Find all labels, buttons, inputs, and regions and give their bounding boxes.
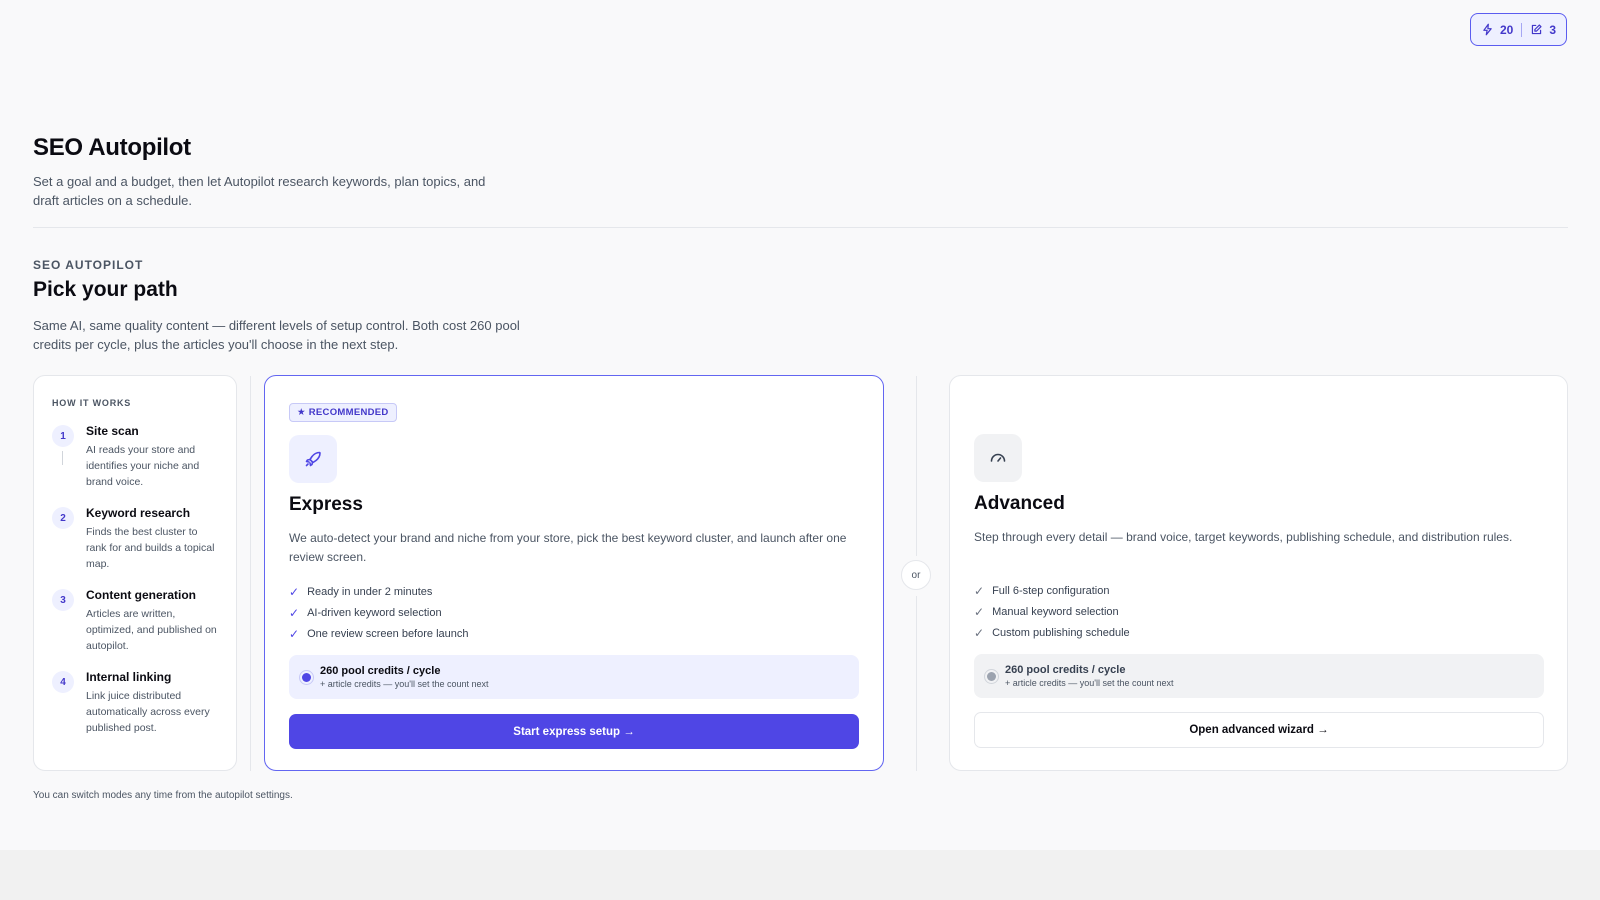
how-it-works-card: HOW IT WORKS 1 Site scan AI reads your s… [33, 375, 237, 771]
cost-indicator-icon [987, 671, 996, 681]
feature-label: AI-driven keyword selection [307, 606, 442, 619]
cost-sub: + article credits — you'll set the count… [1005, 677, 1174, 688]
express-card[interactable]: ★ RECOMMENDED Express We auto-detect you… [264, 375, 884, 771]
step-description: Link juice distributed automatically acr… [86, 690, 210, 734]
header-divider [33, 227, 1568, 228]
step-connector [62, 451, 63, 465]
section-eyebrow: SEO AUTOPILOT [33, 258, 144, 272]
feature-item: ✓ Full 6-step configuration [974, 580, 1130, 601]
lightning-icon [1483, 23, 1492, 36]
feature-item: ✓ Ready in under 2 minutes [289, 581, 469, 602]
advanced-title: Advanced [974, 493, 1065, 514]
feature-item: ✓ One review screen before launch [289, 623, 469, 644]
cost-main: 260 pool credits / cycle [1005, 663, 1126, 676]
check-icon: ✓ [974, 583, 985, 598]
rocket-icon [305, 451, 321, 467]
advanced-icon-tile [974, 434, 1022, 482]
or-divider-top [916, 376, 917, 556]
step-description: Articles are written, optimized, and pub… [86, 608, 217, 652]
check-icon: ✓ [974, 604, 985, 619]
credits-pill[interactable]: 20 3 [1469, 13, 1567, 46]
page-background: 20 3 SEO Autopilot Set a goal and a budg… [0, 0, 1600, 850]
step-title: Content generation [86, 588, 196, 602]
section-description: Same AI, same quality content — differen… [33, 318, 520, 352]
feature-item: ✓ AI-driven keyword selection [289, 602, 469, 623]
advanced-card[interactable]: Advanced Step through every detail — bra… [949, 375, 1568, 771]
express-icon-tile [289, 435, 337, 483]
step-title: Keyword research [86, 506, 191, 520]
page-title: SEO Autopilot [33, 134, 191, 161]
step-description: AI reads your store and identifies your … [86, 444, 200, 488]
steps-list: 1 Site scan AI reads your store and iden… [52, 423, 218, 736]
feature-item: ✓ Manual keyword selection [974, 601, 1130, 622]
feature-label: Manual keyword selection [992, 605, 1119, 618]
check-icon: ✓ [289, 605, 300, 620]
express-cost-box: 260 pool credits / cycle + article credi… [289, 655, 859, 699]
express-description: We auto-detect your brand and niche from… [289, 531, 847, 564]
cost-sub: + article credits — you'll set the count… [320, 678, 489, 689]
edit-icon [1532, 24, 1542, 35]
check-icon: ✓ [974, 625, 985, 640]
feature-label: Full 6-step configuration [992, 584, 1110, 597]
step-title: Site scan [86, 424, 139, 438]
cost-main: 260 pool credits / cycle [320, 664, 441, 677]
step-item: 1 Site scan AI reads your store and iden… [52, 423, 218, 490]
cost-indicator-icon [302, 672, 311, 682]
step-description: Finds the best cluster to rank for and b… [86, 526, 215, 570]
advanced-description: Step through every detail — brand voice,… [974, 530, 1513, 544]
express-features: ✓ Ready in under 2 minutes ✓ AI-driven key… [289, 581, 469, 644]
column-divider [250, 376, 251, 771]
step-item: 3 Content generation Articles are writte… [52, 587, 218, 654]
feature-item: ✓ Custom publishing schedule [974, 622, 1130, 643]
advanced-features: ✓ Full 6-step configuration ✓ Manual keywo… [974, 580, 1130, 643]
start-express-setup-button[interactable]: Start express setup → [289, 714, 859, 749]
step-number: 2 [52, 507, 74, 529]
step-title: Internal linking [86, 670, 172, 684]
section-title: Pick your path [33, 278, 178, 301]
or-divider-label: or [901, 560, 931, 590]
feature-label: One review screen before launch [307, 627, 469, 640]
recommended-badge: ★ RECOMMENDED [289, 403, 397, 422]
feature-label: Custom publishing schedule [992, 626, 1130, 639]
step-number: 4 [52, 671, 74, 693]
page-subtitle: Set a goal and a budget, then let Autopi… [33, 174, 486, 208]
open-advanced-wizard-button[interactable]: Open advanced wizard → [974, 712, 1544, 748]
or-divider-bottom [916, 596, 917, 771]
gauge-icon [990, 453, 1006, 462]
page-header: SEO Autopilot Set a goal and a budget, t… [33, 134, 1568, 210]
article-credits-count: 3 [1549, 22, 1556, 37]
check-icon: ✓ [289, 626, 300, 641]
feature-label: Ready in under 2 minutes [307, 585, 433, 598]
pill-separator [1521, 22, 1523, 37]
advanced-cost-box: 260 pool credits / cycle + article credi… [974, 654, 1544, 698]
step-item: 4 Internal linking Link juice distribute… [52, 669, 218, 736]
path-section-header: SEO AUTOPILOT Pick your path Same AI, sa… [33, 258, 523, 354]
step-number: 3 [52, 589, 74, 611]
step-number: 1 [52, 425, 74, 447]
step-item: 2 Keyword research Finds the best cluste… [52, 505, 218, 572]
footnote: You can switch modes any time from the a… [33, 790, 293, 801]
how-it-works-heading: HOW IT WORKS [52, 398, 132, 408]
lightning-credits-count: 20 [1499, 22, 1514, 37]
check-icon: ✓ [289, 584, 300, 599]
express-title: Express [289, 494, 363, 515]
